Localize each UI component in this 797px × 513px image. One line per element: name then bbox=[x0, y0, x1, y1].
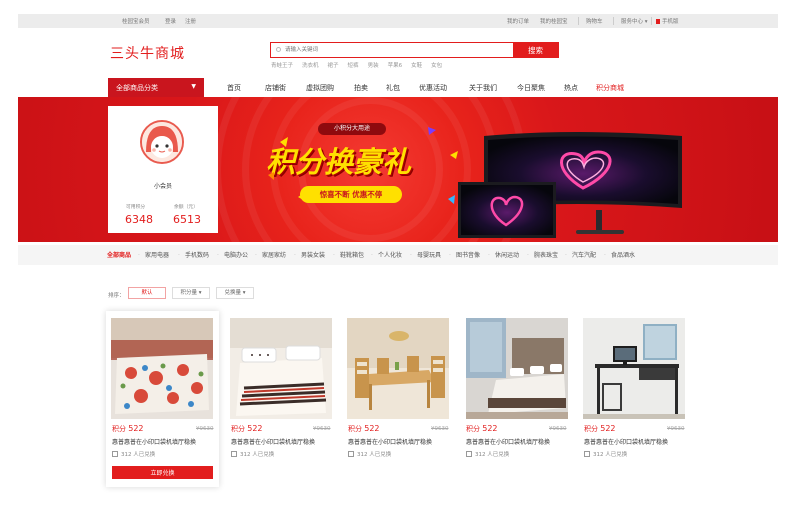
hot-keyword[interactable]: 女包 bbox=[431, 63, 442, 69]
category-item[interactable]: 休闲运动 bbox=[495, 250, 519, 259]
nav-gift-pack[interactable]: 礼包 bbox=[386, 83, 400, 93]
product-original-price: ¥9630 bbox=[431, 426, 449, 432]
sort-default-button[interactable]: 默认 bbox=[128, 287, 166, 299]
calendar-icon bbox=[231, 451, 237, 457]
nav-about-us[interactable]: 关于我们 bbox=[469, 83, 497, 93]
product-name[interactable]: 惠普惠普在小印口袋机填厅稳换 bbox=[584, 437, 687, 446]
product-points: 积分 522 bbox=[231, 424, 263, 433]
hot-keyword[interactable]: 男装 bbox=[368, 63, 379, 69]
nav-shop-street[interactable]: 店铺街 bbox=[265, 83, 286, 93]
hot-keyword[interactable]: 青蛙王子 bbox=[271, 63, 293, 69]
monitor-product-image bbox=[458, 132, 682, 238]
service-center-menu[interactable]: 服务中心 ▾ bbox=[621, 17, 648, 25]
product-image bbox=[347, 318, 449, 419]
mobile-icon bbox=[656, 19, 660, 24]
my-wallet-link[interactable]: 我的桂园宝 bbox=[540, 17, 568, 25]
top-bar: 桂园宝会员 登录 注册 我的订单 我的桂园宝 购物车 服务中心 ▾ 手机版 bbox=[18, 14, 778, 28]
product-name[interactable]: 惠普惠普在小印口袋机填厅稳换 bbox=[112, 437, 215, 446]
product-sold-count: 312 人已兑换 bbox=[584, 450, 627, 458]
product-image bbox=[466, 318, 568, 419]
cart-link[interactable]: 购物车 bbox=[586, 17, 603, 25]
product-card[interactable] bbox=[225, 311, 338, 487]
calendar-icon bbox=[112, 451, 118, 457]
product-original-price: ¥9630 bbox=[667, 426, 685, 432]
nav-promotions[interactable]: 优惠活动 bbox=[419, 83, 447, 93]
all-categories-menu[interactable]: 全部商品分类 ▼ bbox=[108, 78, 204, 97]
product-name[interactable]: 惠普惠普在小印口袋机填厅稳换 bbox=[231, 437, 334, 446]
search-button[interactable]: 搜索 bbox=[513, 42, 558, 58]
promo-banner[interactable]: 小会员 可用积分 余额（元） 6348 6513 小积分大用途 积分换豪礼 惊喜… bbox=[18, 97, 778, 242]
sort-redeemed-button[interactable]: 兑换量 ▾ bbox=[216, 287, 254, 299]
category-item[interactable]: 电脑办公 bbox=[224, 250, 248, 259]
product-image bbox=[230, 318, 332, 419]
nav-hot[interactable]: 热点 bbox=[564, 83, 578, 93]
category-item[interactable]: 手机数码 bbox=[185, 250, 209, 259]
product-points: 积分 522 bbox=[466, 424, 498, 433]
nav-points-mall[interactable]: 积分商城 bbox=[596, 83, 624, 93]
redeem-button[interactable]: 立即兑换 bbox=[112, 466, 213, 479]
nav-today-focus[interactable]: 今日聚焦 bbox=[517, 83, 545, 93]
product-sold-count: 312 人已兑换 bbox=[348, 450, 391, 458]
product-points: 积分 522 bbox=[584, 424, 616, 433]
product-card[interactable] bbox=[342, 311, 455, 487]
site-logo[interactable]: 三头牛商城 bbox=[110, 43, 185, 63]
login-link[interactable]: 登录 bbox=[165, 17, 176, 25]
product-original-price: ¥9630 bbox=[196, 426, 214, 432]
sort-arrow-icon: ▾ bbox=[198, 290, 202, 296]
category-item[interactable]: 男装女装 bbox=[301, 250, 325, 259]
register-link[interactable]: 注册 bbox=[185, 17, 196, 25]
product-image bbox=[111, 318, 213, 419]
product-card[interactable] bbox=[106, 311, 219, 487]
nav-auction[interactable]: 拍卖 bbox=[354, 83, 368, 93]
category-item[interactable]: 食品酒水 bbox=[611, 250, 635, 259]
category-item[interactable]: 个人化妆 bbox=[378, 250, 402, 259]
hot-keyword[interactable]: 短裤 bbox=[348, 63, 359, 69]
product-card[interactable] bbox=[578, 311, 691, 487]
my-orders-link[interactable]: 我的订单 bbox=[507, 17, 529, 25]
category-item[interactable]: 鞋靴箱包 bbox=[340, 250, 364, 259]
calendar-icon bbox=[584, 451, 590, 457]
points-mall-page: 桂园宝会员 登录 注册 我的订单 我的桂园宝 购物车 服务中心 ▾ 手机版 三头… bbox=[0, 0, 797, 513]
product-card[interactable] bbox=[461, 311, 574, 487]
product-sold-count: 312 人已兑换 bbox=[466, 450, 509, 458]
product-points: 积分 522 bbox=[348, 424, 380, 433]
product-original-price: ¥9630 bbox=[549, 426, 567, 432]
hot-keyword[interactable]: 洗衣机 bbox=[302, 63, 319, 69]
category-item[interactable]: 家居家纺 bbox=[262, 250, 286, 259]
product-name[interactable]: 惠普惠普在小印口袋机填厅稳换 bbox=[466, 437, 569, 446]
category-item[interactable]: 全部商品 bbox=[107, 250, 131, 259]
product-points: 积分 522 bbox=[112, 424, 144, 433]
calendar-icon bbox=[466, 451, 472, 457]
chevron-down-icon: ▼ bbox=[191, 83, 196, 90]
category-item[interactable]: 母婴玩具 bbox=[417, 250, 441, 259]
sort-arrow-icon: ▾ bbox=[242, 290, 246, 296]
category-bar: 全部商品 · 家用电器 · 手机数码 · 电脑办公 · 家居家纺 · 男装女装 … bbox=[18, 245, 778, 265]
product-original-price: ¥9630 bbox=[313, 426, 331, 432]
product-name[interactable]: 惠普惠普在小印口袋机填厅稳换 bbox=[348, 437, 451, 446]
search-box: 搜索 bbox=[270, 42, 559, 58]
nav-group-buy[interactable]: 虚拟团购 bbox=[306, 83, 334, 93]
welcome-text: 桂园宝会员 bbox=[122, 19, 150, 25]
category-item[interactable]: 腕表珠宝 bbox=[534, 250, 558, 259]
sort-points-button[interactable]: 积分量 ▾ bbox=[172, 287, 210, 299]
mobile-link[interactable]: 手机版 bbox=[656, 17, 679, 25]
nav-home[interactable]: 首页 bbox=[227, 83, 241, 93]
category-item[interactable]: 家用电器 bbox=[145, 250, 169, 259]
hot-keyword[interactable]: 裙子 bbox=[328, 63, 339, 69]
search-input[interactable] bbox=[271, 43, 515, 57]
calendar-icon bbox=[348, 451, 354, 457]
hot-keyword[interactable]: 女鞋 bbox=[411, 63, 422, 69]
hot-keyword[interactable]: 苹果6 bbox=[388, 63, 403, 69]
sort-label: 排序： bbox=[108, 293, 125, 299]
product-sold-count: 312 人已兑换 bbox=[231, 450, 274, 458]
category-item[interactable]: 汽车汽配 bbox=[572, 250, 596, 259]
category-item[interactable]: 图书音像 bbox=[456, 250, 480, 259]
hot-keywords: 青蛙王子 洗衣机 裙子 短裤 男装 苹果6 女鞋 女包 bbox=[271, 61, 451, 69]
product-image bbox=[583, 318, 685, 419]
product-sold-count: 312 人已兑换 bbox=[112, 450, 155, 458]
